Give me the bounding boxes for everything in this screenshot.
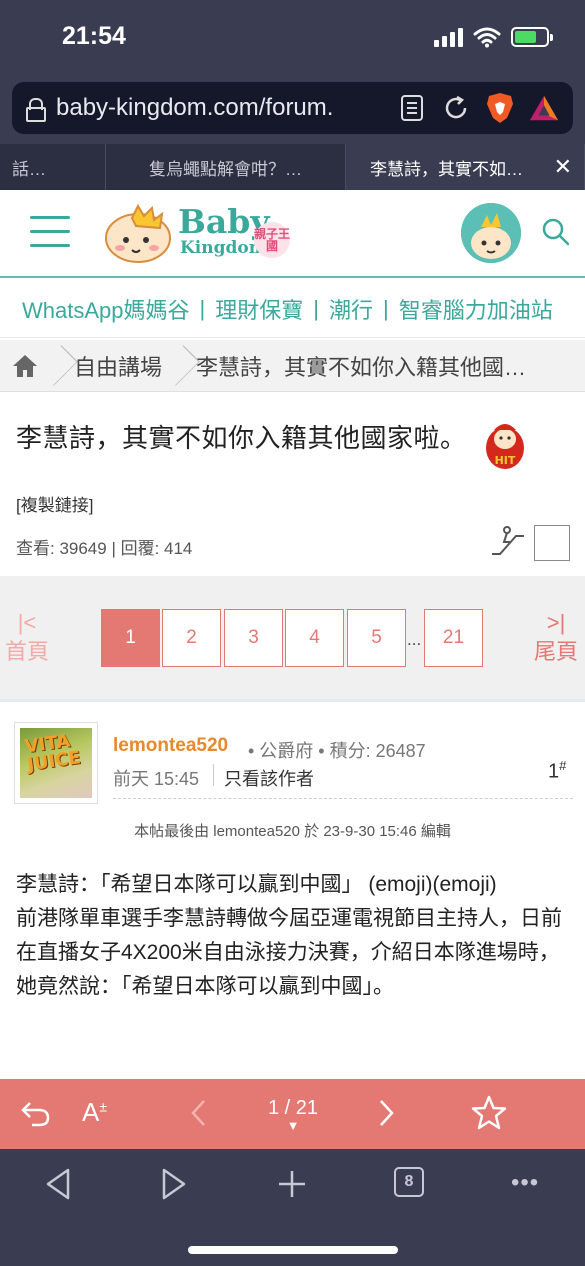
search-icon[interactable] [542,218,570,246]
page-indicator[interactable]: 1 / 21 ▼ [262,1097,324,1132]
hit-badge-text: HIT [495,454,516,467]
tab-1[interactable]: 話… [0,144,106,190]
post-author-avatar[interactable]: VITA JUICE [14,722,98,804]
wifi-icon [473,27,501,48]
back-icon[interactable] [44,1167,72,1201]
menu-icon[interactable] [30,216,70,248]
status-icons [434,26,553,48]
last-page-icon: >| [546,610,566,635]
only-author-link[interactable]: 只看該作者 [224,765,314,791]
divider [113,798,573,799]
new-tab-icon[interactable] [277,1169,307,1199]
category-fashion[interactable]: 潮行 [329,293,373,325]
site-header: Baby Kingdom 親子王國 [0,190,585,278]
tab-label: 話… [12,159,46,179]
divider [213,764,214,786]
tab-3-active[interactable]: 李慧詩，其實不如… ✕ [346,144,585,190]
prev-page-icon[interactable] [190,1099,206,1127]
last-page-button[interactable]: >| 尾頁 [532,612,580,666]
tab-2[interactable]: 隻烏蠅點解會咁？… [106,144,346,190]
user-avatar[interactable] [461,203,521,263]
brave-shield-icon[interactable] [485,93,515,123]
post-time: 前天 15:45 [113,769,200,789]
breadcrumb-forum[interactable]: 自由講場 [64,350,172,382]
copy-link[interactable]: [複製鏈接] [16,491,93,516]
category-nav: WhatsApp媽媽谷 | 理財保寶 | 潮行 | 智睿腦力加油站 [0,280,585,338]
reload-icon[interactable] [441,93,471,123]
edit-note: 本帖最後由 lemontea520 於 23-9-30 15:46 編輯 [134,823,451,840]
tab-label: 李慧詩，其實不如… [370,159,523,179]
reader-toolbar: A± 1 / 21 ▼ [0,1079,585,1149]
address-bar[interactable]: baby-kingdom.com/forum. [12,82,573,134]
escalator-icon[interactable] [490,524,526,560]
star-icon[interactable] [471,1095,507,1131]
next-page-icon[interactable] [379,1099,395,1127]
reply-icon[interactable] [20,1099,50,1127]
category-separator: | [382,295,389,321]
post-author-meta: • 公爵府 • 積分: 26487 [248,741,426,761]
select-checkbox[interactable] [534,525,570,561]
breadcrumb: 自由講場 李慧詩，其實不如你入籍其他國家啦。 [0,340,585,392]
lock-icon [26,98,46,122]
baby-mascot-icon [105,203,171,263]
status-time: 21:54 [62,22,126,50]
tabs-count-button[interactable]: 8 [394,1167,424,1197]
breadcrumb-thread[interactable]: 李慧詩，其實不如你入籍其他國家啦。 [186,350,546,382]
post-body-line: 李慧詩：「希望日本隊可以贏到中國」 (emoji)(emoji) [16,873,497,896]
brave-rewards-icon[interactable] [529,93,559,123]
page-button-4[interactable]: 4 [285,609,344,667]
category-separator: | [199,295,206,321]
battery-icon [511,27,553,47]
view-reply-stats: 查看: 39649 | 回覆: 414 [16,539,193,558]
avatar-brand-text: VITA JUICE [23,730,82,776]
category-whatsapp-mamagu[interactable]: WhatsApp媽媽谷 [22,293,190,325]
post-body-line: 前港隊單車選手李慧詩轉做今屆亞運電視節目主持人，日前在直播女子4X200米自由泳… [16,907,562,998]
first-page-button[interactable]: |< 首頁 [4,612,50,666]
signal-icon [434,27,463,47]
post-body: 李慧詩：「希望日本隊可以贏到中國」 (emoji)(emoji) 前港隊單車選手… [16,868,572,1004]
close-tab-icon[interactable]: ✕ [538,154,572,180]
hit-badge-icon: HIT [486,424,524,469]
breadcrumb-chevron [50,340,64,392]
first-page-label: 首頁 [4,639,49,664]
pagination-ellipsis: ... [407,630,422,649]
logo-sub-badge: 親子王國 [254,222,290,258]
floor-number-sup: # [559,758,567,773]
category-separator: | [313,295,319,321]
more-icon[interactable]: ••• [511,1169,539,1197]
floor-number-value: 1 [548,760,560,783]
site-logo[interactable]: Baby Kingdom 親子王國 [102,202,292,266]
page-button-3[interactable]: 3 [224,609,283,667]
font-size-icon[interactable]: A± [82,1097,107,1128]
thread-title: 李慧詩，其實不如你入籍其他國家啦。 [16,423,467,453]
tab-label: 隻烏蠅點解會咁？… [149,159,302,179]
category-brain-power[interactable]: 智睿腦力加油站 [399,293,553,325]
status-bar: 21:54 [0,0,585,78]
first-page-icon: |< [17,610,37,635]
page-indicator-text: 1 / 21 [267,1097,319,1119]
floor-number: 1# [548,758,566,784]
page-button-5[interactable]: 5 [347,609,406,667]
breadcrumb-chevron [172,340,186,392]
forward-icon[interactable] [160,1167,188,1201]
page-button-last[interactable]: 21 [424,609,483,667]
tab-strip: 話… 隻烏蠅點解會咁？… 李慧詩，其實不如… ✕ [0,144,585,190]
page-button-1[interactable]: 1 [101,609,160,667]
url-text[interactable]: baby-kingdom.com/forum. [56,94,383,122]
address-bar-area: baby-kingdom.com/forum. [0,78,585,144]
last-page-label: 尾頁 [533,639,578,664]
category-finance[interactable]: 理財保寶 [215,293,303,325]
post-author-name[interactable]: lemontea520 [113,735,228,757]
chevron-down-icon: ▼ [286,1118,300,1133]
home-indicator[interactable] [188,1246,398,1254]
reader-mode-icon[interactable] [397,93,427,123]
page-button-2[interactable]: 2 [162,609,221,667]
pagination: |< 首頁 1 2 3 4 5 ... 21 >| 尾頁 [0,576,585,702]
